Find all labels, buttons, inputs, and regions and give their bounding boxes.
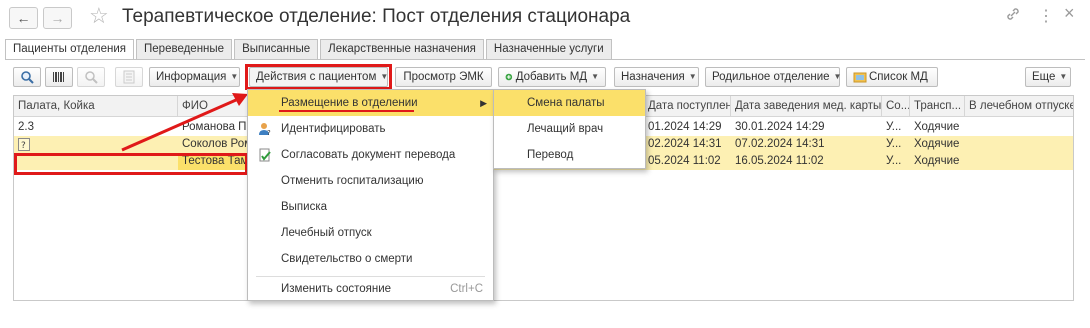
menu-item-placement[interactable]: Размещение в отделении ▶ (248, 90, 493, 116)
menu-item-medical-leave[interactable]: Лечебный отпуск (248, 220, 493, 246)
submenu-item-change-ward[interactable]: Смена палаты (494, 90, 645, 116)
submenu-item-transfer[interactable]: Перевод (494, 142, 645, 168)
person-question-icon: ? (259, 123, 271, 136)
menu-item-label: Свидетельство о смерти (281, 253, 413, 265)
svg-text:?: ? (267, 129, 271, 136)
annotation-underline (279, 110, 414, 112)
menu-item-cancel-hospitalization[interactable]: Отменить госпитализацию (248, 168, 493, 194)
menu-item-label: Изменить состояние (281, 283, 392, 295)
menu-item-label: Лечебный отпуск (281, 227, 372, 239)
document-check-icon (259, 148, 271, 162)
menu-item-label: Идентифицировать (281, 123, 386, 135)
menu-item-label: Отменить госпитализацию (281, 175, 424, 187)
submenu-item-attending-doctor[interactable]: Лечащий врач (494, 116, 645, 142)
menu-item-death-certificate[interactable]: Свидетельство о смерти (248, 246, 493, 272)
menu-item-label: Размещение в отделении (281, 97, 418, 109)
patient-actions-menu: Размещение в отделении ▶ ? Идентифициров… (247, 89, 494, 301)
menu-item-change-state[interactable]: Изменить состояние Ctrl+C (248, 276, 493, 302)
menu-item-shortcut: Ctrl+C (450, 283, 483, 295)
placement-submenu: Смена палаты Лечащий врач Перевод (493, 89, 646, 169)
chevron-right-icon: ▶ (480, 98, 487, 108)
menu-item-discharge[interactable]: Выписка (248, 194, 493, 220)
menu-item-label: Выписка (281, 201, 328, 213)
menu-item-label: Согласовать документ перевода (281, 149, 456, 161)
menu-item-approve-transfer[interactable]: Согласовать документ перевода (248, 142, 493, 168)
menu-item-identify[interactable]: ? Идентифицировать (248, 116, 493, 142)
